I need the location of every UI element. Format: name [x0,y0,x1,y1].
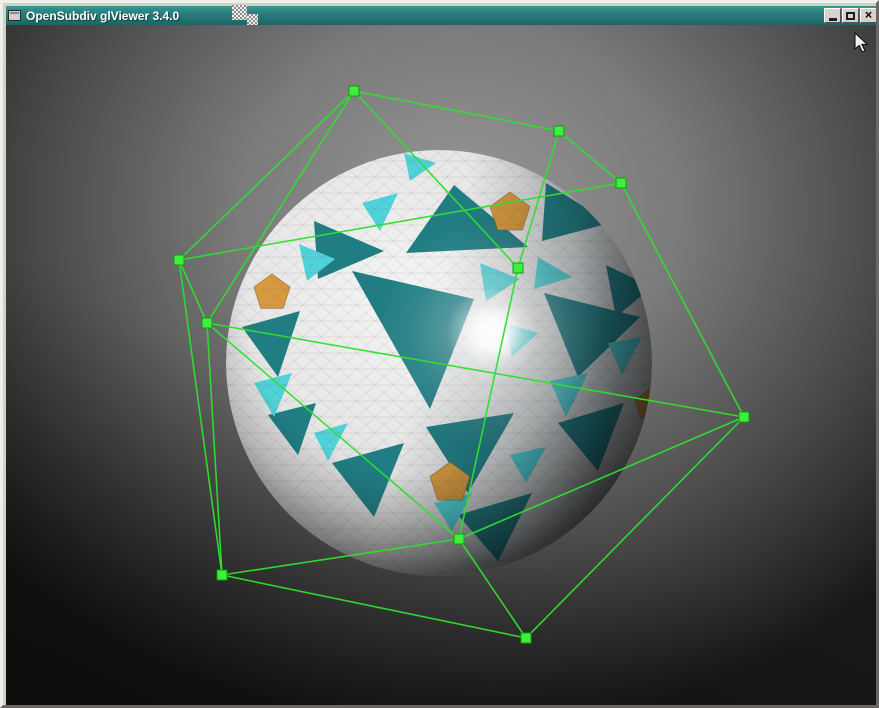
repaint-artifact-checker [247,14,258,25]
close-button[interactable]: × [860,8,877,23]
window-title: OpenSubdiv glViewer 3.4.0 [26,9,823,23]
minimize-icon [829,18,837,21]
title-bar[interactable]: OpenSubdiv glViewer 3.4.0 × [6,6,879,25]
minimize-button[interactable] [824,8,841,23]
repaint-artifact-checker [232,5,247,20]
app-window: OpenSubdiv glViewer 3.4.0 × [0,0,879,708]
maximize-icon [846,12,855,20]
window-controls: × [823,8,877,23]
gl-viewport[interactable] [6,25,879,708]
window-menu-icon[interactable] [8,10,21,21]
scene-canvas [6,25,879,708]
close-icon: × [865,10,873,21]
maximize-button[interactable] [842,8,859,23]
